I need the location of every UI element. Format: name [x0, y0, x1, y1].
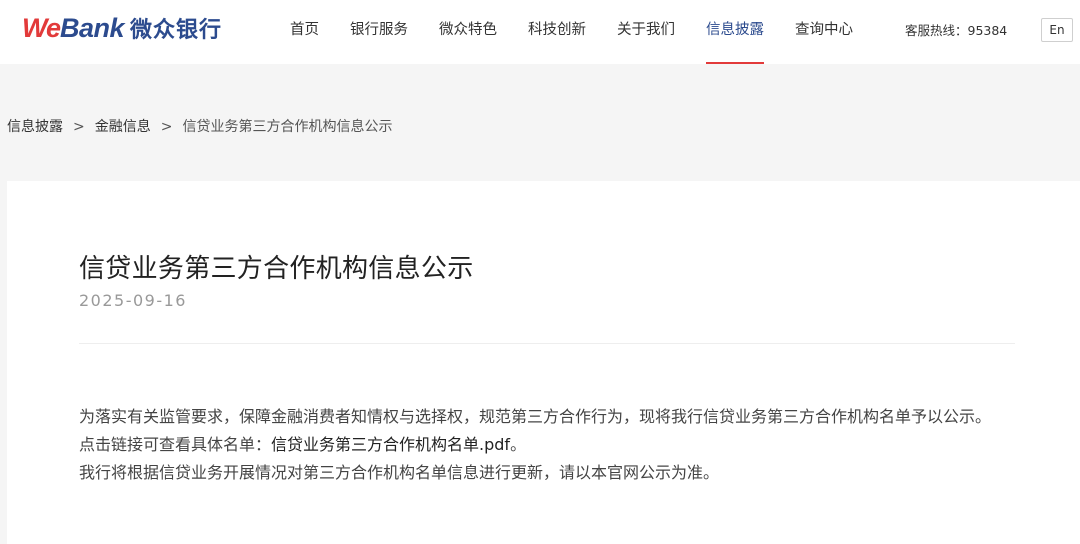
- breadcrumb-item-current: 信贷业务第三方合作机构信息公示: [182, 119, 393, 135]
- webank-logo[interactable]: We Bank 微众银行: [22, 12, 222, 44]
- title-divider: [79, 343, 1015, 344]
- nav-item-disclosure[interactable]: 信息披露: [706, 0, 764, 64]
- article-date: 2025-09-16: [79, 291, 187, 310]
- nav-item-features[interactable]: 微众特色: [439, 0, 497, 64]
- nav-item-bank-services[interactable]: 银行服务: [350, 0, 408, 64]
- logo-chinese-name: 微众银行: [130, 18, 223, 43]
- article-panel: 信贷业务第三方合作机构信息公示 2025-09-16 为落实有关监管要求，保障金…: [7, 181, 1080, 544]
- nav-item-query-center[interactable]: 查询中心: [795, 0, 853, 64]
- article-paragraph-link-line: 点击链接可查看具体名单：信贷业务第三方合作机构名单.pdf。: [79, 431, 1009, 459]
- logo-we-text: We: [22, 12, 61, 43]
- article-paragraph: 我行将根据信贷业务开展情况对第三方合作机构名单信息进行更新，请以本官网公示为准。: [79, 463, 720, 482]
- nav-item-home[interactable]: 首页: [290, 0, 319, 64]
- nav-item-about-us[interactable]: 关于我们: [617, 0, 675, 64]
- breadcrumb-separator: >: [160, 119, 173, 135]
- customer-hotline: 客服热线：95384: [905, 23, 1008, 38]
- link-suffix-text: 。: [510, 435, 527, 454]
- link-intro-text: 点击链接可查看具体名单：: [79, 435, 272, 454]
- breadcrumb-item-disclosure[interactable]: 信息披露: [7, 119, 63, 135]
- partner-list-pdf-link[interactable]: 信贷业务第三方合作机构名单.pdf: [271, 435, 510, 454]
- breadcrumb-item-financial-info[interactable]: 金融信息: [95, 119, 151, 135]
- main-nav: 首页 银行服务 微众特色 科技创新 关于我们 信息披露 查询中心: [290, 0, 884, 64]
- nav-item-tech-innovation[interactable]: 科技创新: [528, 0, 586, 64]
- article-body: 为落实有关监管要求，保障金融消费者知情权与选择权，规范第三方合作行为，现将我行信…: [79, 403, 1009, 487]
- breadcrumb: 信息披露 > 金融信息 > 信贷业务第三方合作机构信息公示: [7, 116, 392, 136]
- logo-bank-text: Bank: [60, 12, 125, 43]
- article-title: 信贷业务第三方合作机构信息公示: [79, 254, 474, 284]
- article-paragraph: 为落实有关监管要求，保障金融消费者知情权与选择权，规范第三方合作行为，现将我行信…: [79, 407, 992, 426]
- language-switch-button[interactable]: En: [1041, 18, 1073, 42]
- breadcrumb-separator: >: [73, 119, 85, 135]
- site-header: We Bank 微众银行 首页 银行服务 微众特色 科技创新 关于我们 信息披露 查…: [0, 0, 1080, 64]
